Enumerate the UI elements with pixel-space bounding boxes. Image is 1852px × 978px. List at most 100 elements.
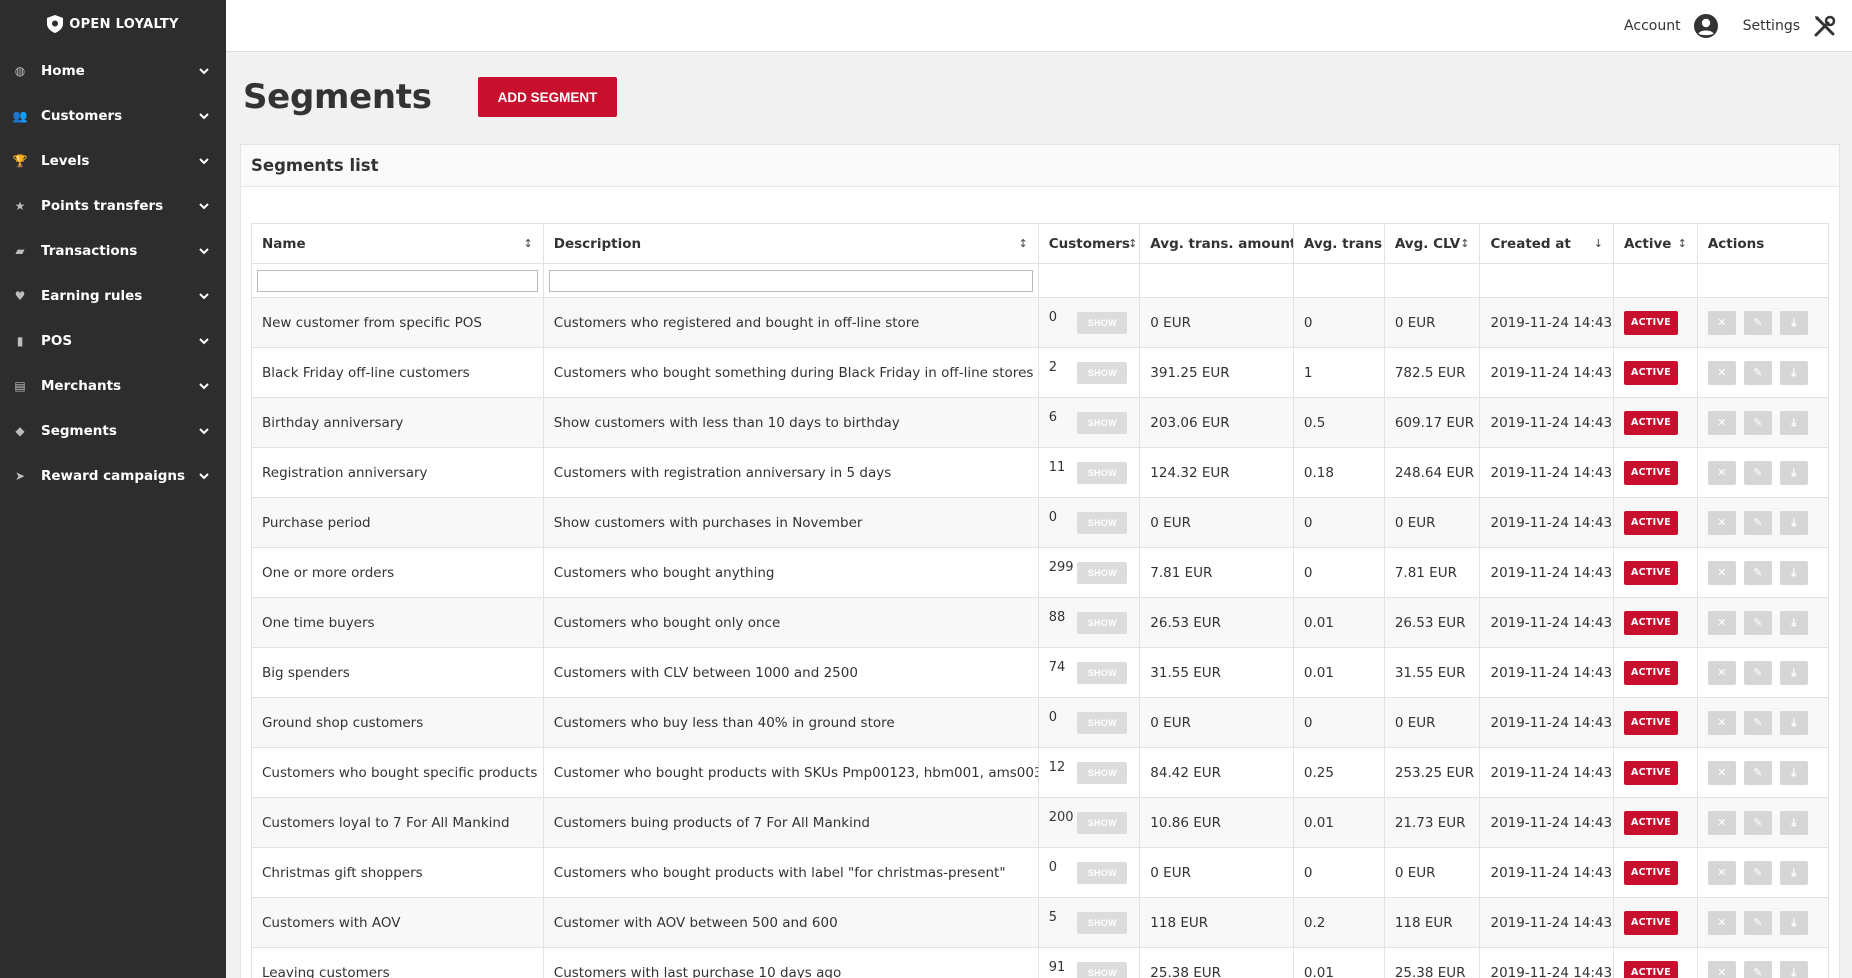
- sidebar-item-earning-rules[interactable]: ♥ Earning rules: [0, 273, 226, 318]
- deactivate-icon[interactable]: ✕: [1707, 410, 1736, 435]
- deactivate-icon[interactable]: ✕: [1707, 710, 1736, 735]
- description-filter-input[interactable]: [548, 269, 1033, 292]
- download-icon[interactable]: ⤓: [1779, 660, 1808, 685]
- chevron-down-icon[interactable]: [198, 110, 210, 122]
- show-customers-button[interactable]: SHOW: [1077, 862, 1128, 884]
- settings-link[interactable]: Settings: [1743, 13, 1838, 39]
- show-customers-button[interactable]: SHOW: [1077, 912, 1128, 934]
- sidebar-item-transactions[interactable]: ▰ Transactions: [0, 228, 226, 273]
- sidebar-item-merchants[interactable]: ▤ Merchants: [0, 363, 226, 408]
- show-customers-button[interactable]: SHOW: [1077, 512, 1128, 534]
- sidebar-item-levels[interactable]: 🏆 Levels: [0, 138, 226, 183]
- active-toggle[interactable]: ACTIVE: [1623, 710, 1678, 735]
- active-toggle[interactable]: ACTIVE: [1623, 860, 1678, 885]
- edit-icon[interactable]: ✎: [1743, 760, 1772, 785]
- deactivate-icon[interactable]: ✕: [1707, 460, 1736, 485]
- active-toggle[interactable]: ACTIVE: [1623, 460, 1678, 485]
- col-avg-clv-header[interactable]: Avg. CLV ↕: [1383, 223, 1481, 264]
- col-name-header[interactable]: Name ↕: [251, 223, 544, 264]
- edit-icon[interactable]: ✎: [1743, 310, 1772, 335]
- active-toggle[interactable]: ACTIVE: [1623, 410, 1678, 435]
- name-filter-input[interactable]: [257, 269, 538, 292]
- active-toggle[interactable]: ACTIVE: [1623, 960, 1678, 978]
- chevron-down-icon[interactable]: [198, 155, 210, 167]
- show-customers-button[interactable]: SHOW: [1077, 962, 1128, 978]
- download-icon[interactable]: ⤓: [1779, 710, 1808, 735]
- chevron-down-icon[interactable]: [198, 290, 210, 302]
- chevron-down-icon[interactable]: [198, 380, 210, 392]
- show-customers-button[interactable]: SHOW: [1077, 362, 1128, 384]
- chevron-down-icon[interactable]: [198, 65, 210, 77]
- show-customers-button[interactable]: SHOW: [1077, 312, 1128, 334]
- chevron-down-icon[interactable]: [198, 425, 210, 437]
- col-description-header[interactable]: Description ↕: [542, 223, 1039, 264]
- col-avg-amount-header[interactable]: Avg. trans. amount: [1139, 223, 1294, 264]
- edit-icon[interactable]: ✎: [1743, 410, 1772, 435]
- download-icon[interactable]: ⤓: [1779, 410, 1808, 435]
- deactivate-icon[interactable]: ✕: [1707, 310, 1736, 335]
- show-customers-button[interactable]: SHOW: [1077, 712, 1128, 734]
- download-icon[interactable]: ⤓: [1779, 510, 1808, 535]
- show-customers-button[interactable]: SHOW: [1077, 462, 1128, 484]
- deactivate-icon[interactable]: ✕: [1707, 810, 1736, 835]
- download-icon[interactable]: ⤓: [1779, 960, 1808, 978]
- download-icon[interactable]: ⤓: [1779, 810, 1808, 835]
- download-icon[interactable]: ⤓: [1779, 910, 1808, 935]
- show-customers-button[interactable]: SHOW: [1077, 562, 1128, 584]
- edit-icon[interactable]: ✎: [1743, 660, 1772, 685]
- sidebar-item-pos[interactable]: ▮ POS: [0, 318, 226, 363]
- active-toggle[interactable]: ACTIVE: [1623, 910, 1678, 935]
- sidebar-item-customers[interactable]: 👥 Customers: [0, 93, 226, 138]
- active-toggle[interactable]: ACTIVE: [1623, 360, 1678, 385]
- active-toggle[interactable]: ACTIVE: [1623, 760, 1678, 785]
- deactivate-icon[interactable]: ✕: [1707, 910, 1736, 935]
- edit-icon[interactable]: ✎: [1743, 860, 1772, 885]
- sidebar-item-home[interactable]: ◍ Home: [0, 48, 226, 93]
- active-toggle[interactable]: ACTIVE: [1623, 510, 1678, 535]
- deactivate-icon[interactable]: ✕: [1707, 360, 1736, 385]
- deactivate-icon[interactable]: ✕: [1707, 610, 1736, 635]
- download-icon[interactable]: ⤓: [1779, 610, 1808, 635]
- deactivate-icon[interactable]: ✕: [1707, 760, 1736, 785]
- download-icon[interactable]: ⤓: [1779, 460, 1808, 485]
- col-customers-header[interactable]: Customers ↕: [1037, 223, 1141, 264]
- download-icon[interactable]: ⤓: [1779, 860, 1808, 885]
- active-toggle[interactable]: ACTIVE: [1623, 810, 1678, 835]
- chevron-down-icon[interactable]: [198, 245, 210, 257]
- sidebar-item-points-transfers[interactable]: ★ Points transfers: [0, 183, 226, 228]
- show-customers-button[interactable]: SHOW: [1077, 612, 1128, 634]
- sidebar-item-segments[interactable]: ◆ Segments: [0, 408, 226, 453]
- edit-icon[interactable]: ✎: [1743, 710, 1772, 735]
- show-customers-button[interactable]: SHOW: [1077, 412, 1128, 434]
- download-icon[interactable]: ⤓: [1779, 760, 1808, 785]
- active-toggle[interactable]: ACTIVE: [1623, 660, 1678, 685]
- chevron-down-icon[interactable]: [198, 200, 210, 212]
- deactivate-icon[interactable]: ✕: [1707, 510, 1736, 535]
- deactivate-icon[interactable]: ✕: [1707, 860, 1736, 885]
- chevron-down-icon[interactable]: [198, 335, 210, 347]
- edit-icon[interactable]: ✎: [1743, 460, 1772, 485]
- add-segment-button[interactable]: ADD SEGMENT: [477, 77, 618, 117]
- edit-icon[interactable]: ✎: [1743, 610, 1772, 635]
- show-customers-button[interactable]: SHOW: [1077, 662, 1128, 684]
- deactivate-icon[interactable]: ✕: [1707, 660, 1736, 685]
- edit-icon[interactable]: ✎: [1743, 360, 1772, 385]
- active-toggle[interactable]: ACTIVE: [1623, 560, 1678, 585]
- chevron-down-icon[interactable]: [198, 470, 210, 482]
- col-avg-trans-header[interactable]: Avg. trans: [1292, 223, 1385, 264]
- edit-icon[interactable]: ✎: [1743, 960, 1772, 978]
- col-created-at-header[interactable]: Created at ↓: [1479, 223, 1614, 264]
- download-icon[interactable]: ⤓: [1779, 360, 1808, 385]
- account-link[interactable]: Account: [1624, 13, 1719, 39]
- active-toggle[interactable]: ACTIVE: [1623, 310, 1678, 335]
- active-toggle[interactable]: ACTIVE: [1623, 610, 1678, 635]
- logo[interactable]: OPEN LOYALTY: [0, 0, 226, 48]
- show-customers-button[interactable]: SHOW: [1077, 762, 1128, 784]
- download-icon[interactable]: ⤓: [1779, 310, 1808, 335]
- edit-icon[interactable]: ✎: [1743, 560, 1772, 585]
- deactivate-icon[interactable]: ✕: [1707, 960, 1736, 978]
- edit-icon[interactable]: ✎: [1743, 510, 1772, 535]
- sidebar-item-reward-campaigns[interactable]: ➤ Reward campaigns: [0, 453, 226, 498]
- col-active-header[interactable]: Active ↕: [1612, 223, 1698, 264]
- edit-icon[interactable]: ✎: [1743, 910, 1772, 935]
